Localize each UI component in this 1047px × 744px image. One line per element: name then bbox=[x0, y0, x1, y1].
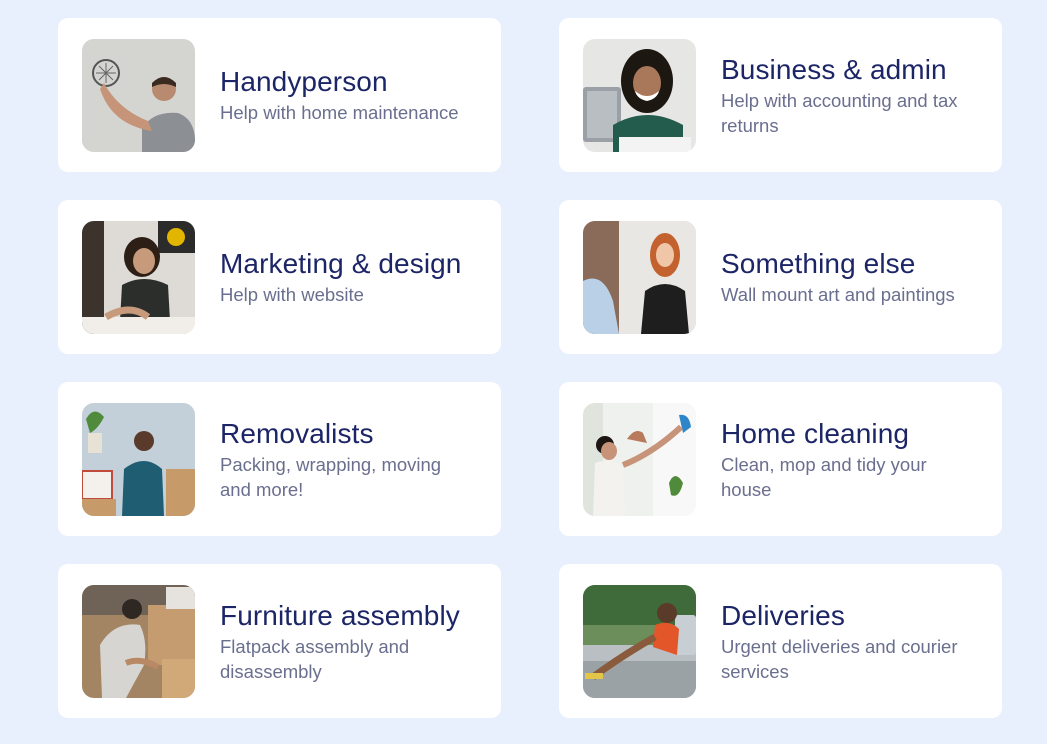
service-description: Urgent deliveries and courier services bbox=[721, 635, 958, 682]
service-description: Wall mount art and paintings bbox=[721, 284, 955, 305]
service-description: Clean, mop and tidy your house bbox=[721, 453, 927, 500]
removalists-photo-icon bbox=[82, 402, 195, 516]
business-photo-icon bbox=[583, 38, 696, 152]
service-title: Removalists bbox=[220, 417, 374, 449]
service-card-deliveries[interactable]: Deliveries Urgent deliveries and courier… bbox=[559, 564, 1002, 718]
service-title: Handyperson bbox=[220, 66, 388, 97]
something-else-photo-icon bbox=[583, 220, 696, 334]
service-card-removalists[interactable]: Removalists Packing, wrapping, moving an… bbox=[58, 382, 501, 536]
service-card-marketing-design[interactable]: Marketing & design Help with website bbox=[58, 200, 501, 354]
service-description: Help with accounting and tax returns bbox=[721, 89, 958, 136]
service-title: Home cleaning bbox=[721, 417, 910, 449]
service-title: Furniture assembly bbox=[220, 599, 460, 631]
service-card-furniture-assembly[interactable]: Furniture assembly Flatpack assembly and… bbox=[58, 564, 501, 718]
marketing-photo-icon bbox=[82, 220, 195, 334]
service-title: Business & admin bbox=[721, 53, 947, 85]
service-description: Flatpack assembly and disassembly bbox=[220, 635, 410, 682]
service-description: Help with website bbox=[220, 284, 364, 305]
service-description: Packing, wrapping, moving and more! bbox=[220, 453, 442, 500]
service-title: Marketing & design bbox=[220, 248, 462, 279]
service-title: Deliveries bbox=[721, 599, 845, 631]
service-card-home-cleaning[interactable]: Home cleaning Clean, mop and tidy your h… bbox=[559, 382, 1002, 536]
service-description: Help with home maintenance bbox=[220, 102, 459, 123]
service-card-something-else[interactable]: Something else Wall mount art and painti… bbox=[559, 200, 1002, 354]
service-card-business-admin[interactable]: Business & admin Help with accounting an… bbox=[559, 18, 1002, 172]
handyperson-photo-icon bbox=[82, 38, 195, 152]
furniture-photo-icon bbox=[82, 584, 195, 698]
cleaning-photo-icon bbox=[583, 402, 696, 516]
deliveries-photo-icon bbox=[583, 584, 696, 698]
service-card-handyperson[interactable]: Handyperson Help with home maintenance bbox=[58, 18, 501, 172]
services-grid: Handyperson Help with home maintenance B… bbox=[58, 18, 1002, 718]
service-title: Something else bbox=[721, 248, 916, 279]
